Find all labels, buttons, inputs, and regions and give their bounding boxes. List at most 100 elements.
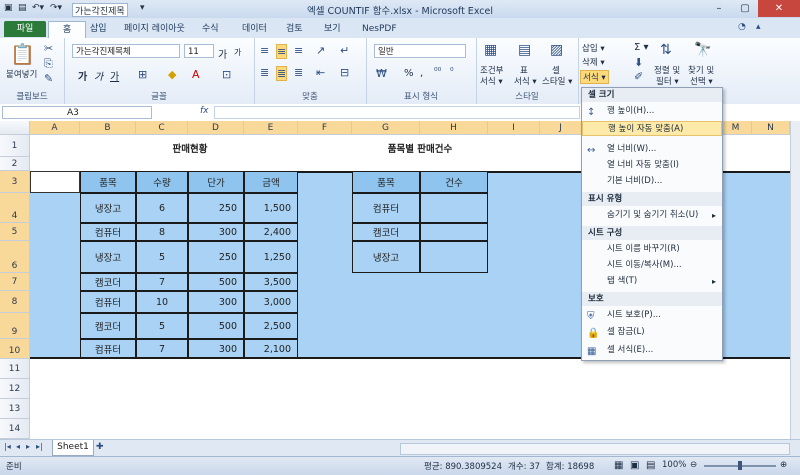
column-header-a[interactable]: A [30, 121, 80, 135]
currency-icon[interactable]: ₩ [376, 67, 387, 80]
zoom-slider-thumb[interactable] [738, 461, 742, 470]
tab-review[interactable]: 검토 [280, 21, 309, 37]
insert-cells-button[interactable]: 삽입 ▾ [582, 42, 605, 54]
row-header-13[interactable]: 13 [0, 399, 30, 419]
table-cell[interactable]: 6 [136, 193, 188, 223]
column-header-m[interactable]: M [720, 121, 752, 135]
active-cell-a3[interactable] [30, 171, 80, 193]
table-cell[interactable]: 컴퓨터 [80, 339, 136, 359]
autosum-button[interactable]: Σ ▾ [634, 42, 649, 53]
table-cell[interactable]: 2,500 [244, 313, 298, 339]
table-cell[interactable]: 컴퓨터 [352, 193, 420, 223]
shrink-font-button[interactable]: 가 [234, 47, 241, 58]
menu-item-default-width[interactable]: 기본 너비(D)... [582, 174, 722, 189]
column-header-h[interactable]: H [420, 121, 488, 135]
sheet-tab-sheet1[interactable]: Sheet1 [52, 440, 94, 456]
table-cell[interactable]: 7 [136, 273, 188, 291]
border-icon[interactable]: ⊞ [138, 68, 147, 81]
decrease-decimal-icon[interactable]: ⁰ [450, 67, 454, 77]
format-table-icon[interactable]: ▤ [518, 42, 531, 58]
table2-header-item[interactable]: 품목 [352, 171, 420, 193]
format-cells-button[interactable]: 서식 ▾ [580, 70, 609, 84]
find-select-icon[interactable]: 🔭 [694, 42, 711, 58]
name-box[interactable]: A3 [2, 106, 152, 119]
table-cell[interactable]: 7 [136, 339, 188, 359]
cut-icon[interactable]: ✂ [44, 42, 53, 55]
page-break-view-icon[interactable]: ▤ [646, 460, 655, 471]
table-cell[interactable]: 8 [136, 223, 188, 241]
copy-icon[interactable]: ⎘ [44, 57, 53, 71]
tab-home[interactable]: 홈 [48, 21, 86, 38]
table-cell[interactable]: 캠코더 [80, 313, 136, 339]
sort-filter-icon[interactable]: ⇅ [660, 42, 672, 58]
table-cell[interactable]: 300 [188, 339, 244, 359]
column-header-e[interactable]: E [244, 121, 298, 135]
zoom-level[interactable]: 100% [662, 460, 686, 470]
row-header-9[interactable]: 9 [0, 313, 30, 339]
orientation-icon[interactable]: ↗ [316, 44, 325, 57]
table1-header-price[interactable]: 단가 [188, 171, 244, 193]
grow-font-button[interactable]: 가 [218, 46, 227, 61]
fill-icon[interactable]: ⬇ [634, 56, 643, 69]
comma-button[interactable]: , [420, 68, 423, 79]
table1-header-amount[interactable]: 금액 [244, 171, 298, 193]
align-top-icon[interactable]: ≡ [260, 44, 269, 57]
tab-formulas[interactable]: 수식 [196, 21, 225, 37]
font-name-select[interactable]: 가는각진제목체 [72, 44, 180, 58]
menu-item-autofit-column-width[interactable]: 열 너비 자동 맞춤(I) [582, 158, 722, 173]
last-sheet-icon[interactable]: ▸| [36, 442, 43, 451]
formula-input[interactable] [214, 106, 580, 119]
table-cell[interactable]: 컴퓨터 [80, 223, 136, 241]
menu-item-autofit-row-height[interactable]: 행 높이 자동 맞춤(A) [582, 121, 722, 136]
fill-color-icon[interactable]: ◆ [168, 68, 176, 81]
ribbon-minimize-icon[interactable]: ▴ [756, 22, 761, 32]
format-painter-icon[interactable]: ✎ [44, 72, 53, 85]
table-cell[interactable] [420, 223, 488, 241]
phonetic-icon[interactable]: ⊡ [222, 68, 231, 81]
table-cell[interactable] [420, 193, 488, 223]
increase-decimal-icon[interactable]: ⁰⁰ [434, 67, 441, 77]
row-header-1[interactable]: 1 [0, 135, 30, 157]
align-bottom-icon[interactable]: ≡ [294, 44, 303, 57]
tab-view[interactable]: 보기 [318, 21, 347, 37]
title-sales-status[interactable]: 판매현황 [136, 141, 244, 155]
table-cell[interactable]: 캠코더 [352, 223, 420, 241]
table-cell[interactable]: 500 [188, 313, 244, 339]
table-cell[interactable]: 10 [136, 291, 188, 313]
insert-sheet-icon[interactable]: ✚ [96, 442, 104, 452]
table2-header-count[interactable]: 건수 [420, 171, 488, 193]
zoom-in-icon[interactable]: ⊕ [780, 460, 787, 470]
cell-styles-icon[interactable]: ▨ [550, 42, 563, 58]
column-header-j[interactable]: J [540, 121, 582, 135]
tab-file[interactable]: 파일 [4, 21, 46, 37]
table-cell[interactable]: 냉장고 [80, 241, 136, 273]
row-header-2[interactable]: 2 [0, 157, 30, 171]
menu-item-tab-color[interactable]: 탭 색(T) ▸ [582, 274, 722, 289]
next-sheet-icon[interactable]: ▸ [26, 442, 30, 451]
menu-item-lock-cell[interactable]: 🔒 셀 잠금(L) [582, 325, 722, 340]
menu-item-format-cells[interactable]: ▦ 셀 서식(E)... [582, 343, 722, 358]
align-middle-icon[interactable]: ≡ [276, 44, 288, 59]
row-header-14[interactable]: 14 [0, 419, 30, 439]
indent-icon[interactable]: ⇤ [316, 66, 325, 79]
help-icon[interactable]: ◔ [738, 22, 746, 32]
tab-insert[interactable]: 삽입 [84, 21, 113, 37]
row-header-6[interactable]: 6 [0, 241, 30, 273]
tab-data[interactable]: 데이터 [236, 21, 273, 37]
wrap-text-icon[interactable]: ↵ [340, 44, 349, 57]
table-cell[interactable]: 250 [188, 241, 244, 273]
table-cell[interactable]: 1,250 [244, 241, 298, 273]
number-format-select[interactable]: 일반 [374, 44, 466, 58]
table-cell[interactable]: 5 [136, 313, 188, 339]
bold-button[interactable]: 가 [78, 68, 87, 83]
row-header-12[interactable]: 12 [0, 379, 30, 399]
delete-cells-button[interactable]: 삭제 ▾ [582, 56, 605, 68]
table-cell[interactable]: 2,100 [244, 339, 298, 359]
tab-page-layout[interactable]: 페이지 레이아웃 [118, 21, 191, 37]
title-sales-count[interactable]: 품목별 판매건수 [352, 141, 488, 155]
table-cell[interactable]: 2,400 [244, 223, 298, 241]
fx-icon[interactable]: fx [200, 106, 209, 116]
table-cell[interactable]: 3,000 [244, 291, 298, 313]
align-center-icon[interactable]: ≣ [276, 66, 288, 81]
page-layout-view-icon[interactable]: ▣ [630, 460, 639, 471]
